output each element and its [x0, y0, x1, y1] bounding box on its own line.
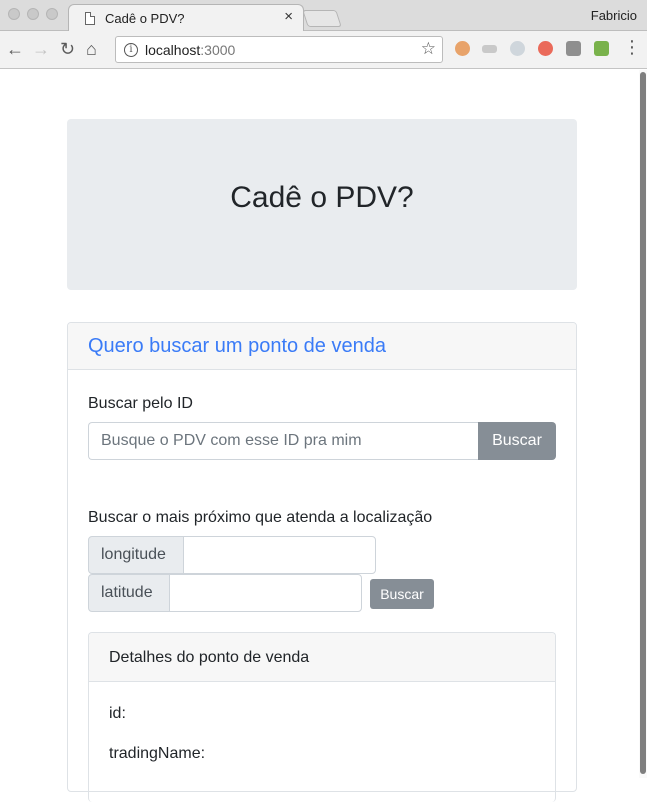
hand-extension-icon[interactable]: [455, 41, 470, 56]
page-title: Cadê o PDV?: [230, 181, 414, 214]
forward-arrow-icon[interactable]: →: [32, 38, 50, 60]
longitude-addon: longitude: [88, 536, 184, 574]
longitude-input[interactable]: [183, 536, 376, 574]
info-icon[interactable]: i: [124, 43, 138, 57]
close-tab-icon[interactable]: ×: [284, 8, 293, 25]
browser-tab[interactable]: Cadê o PDV? ×: [68, 4, 304, 32]
minimize-window-icon[interactable]: [27, 8, 39, 20]
scrollbar-thumb[interactable]: [640, 72, 646, 774]
new-tab-button[interactable]: [302, 10, 342, 27]
refresh-extension-icon[interactable]: [538, 41, 553, 56]
page-viewport: Cadê o PDV? Quero buscar um ponto de ven…: [0, 70, 647, 802]
url-text[interactable]: localhost:3000: [145, 42, 235, 58]
latitude-addon: latitude: [88, 574, 170, 612]
search-location-button[interactable]: Buscar: [370, 579, 434, 609]
search-id-label: Buscar pelo ID: [88, 395, 193, 412]
tab-title: Cadê o PDV?: [105, 11, 185, 26]
detail-field-id: id:: [109, 705, 126, 722]
bulb-extension-icon[interactable]: [566, 41, 581, 56]
latitude-input[interactable]: [169, 574, 362, 612]
bookmark-star-icon[interactable]: ☆: [421, 39, 436, 59]
hero-banner: Cadê o PDV?: [67, 119, 577, 290]
menu-kebab-icon[interactable]: ⋮: [623, 37, 641, 58]
reload-icon[interactable]: ↻: [60, 38, 75, 60]
home-icon[interactable]: ⌂: [86, 38, 97, 60]
search-card-title-link[interactable]: Quero buscar um ponto de venda: [88, 335, 386, 358]
cors-extension-icon[interactable]: [594, 41, 609, 56]
search-id-input[interactable]: [88, 422, 478, 460]
page-scrollbar[interactable]: [639, 70, 647, 778]
details-card-header: Detalhes do ponto de venda: [89, 633, 555, 682]
search-id-button[interactable]: Buscar: [478, 422, 556, 460]
maximize-window-icon[interactable]: [46, 8, 58, 20]
detail-field-trading-name: tradingName:: [109, 745, 206, 762]
search-card: Quero buscar um ponto de venda Buscar pe…: [67, 322, 577, 802]
address-bar[interactable]: i localhost:3000 ☆: [115, 36, 443, 63]
glasses-extension-icon[interactable]: [482, 45, 497, 53]
profile-name[interactable]: Fabricio: [591, 8, 637, 23]
browser-toolbar: ← → ↻ ⌂ i localhost:3000 ☆ ⋮: [0, 31, 647, 69]
details-card-title: Detalhes do ponto de venda: [109, 649, 310, 666]
search-card-header: Quero buscar um ponto de venda: [68, 323, 576, 370]
document-icon: [85, 12, 95, 25]
search-location-label: Buscar o mais próximo que atenda a local…: [88, 509, 433, 526]
skype-extension-icon[interactable]: [510, 41, 525, 56]
details-card: Detalhes do ponto de venda id: tradingNa…: [88, 632, 556, 802]
close-window-icon[interactable]: [8, 8, 20, 20]
back-arrow-icon[interactable]: ←: [6, 38, 24, 60]
browser-titlebar: Cadê o PDV? × Fabricio: [0, 0, 647, 32]
